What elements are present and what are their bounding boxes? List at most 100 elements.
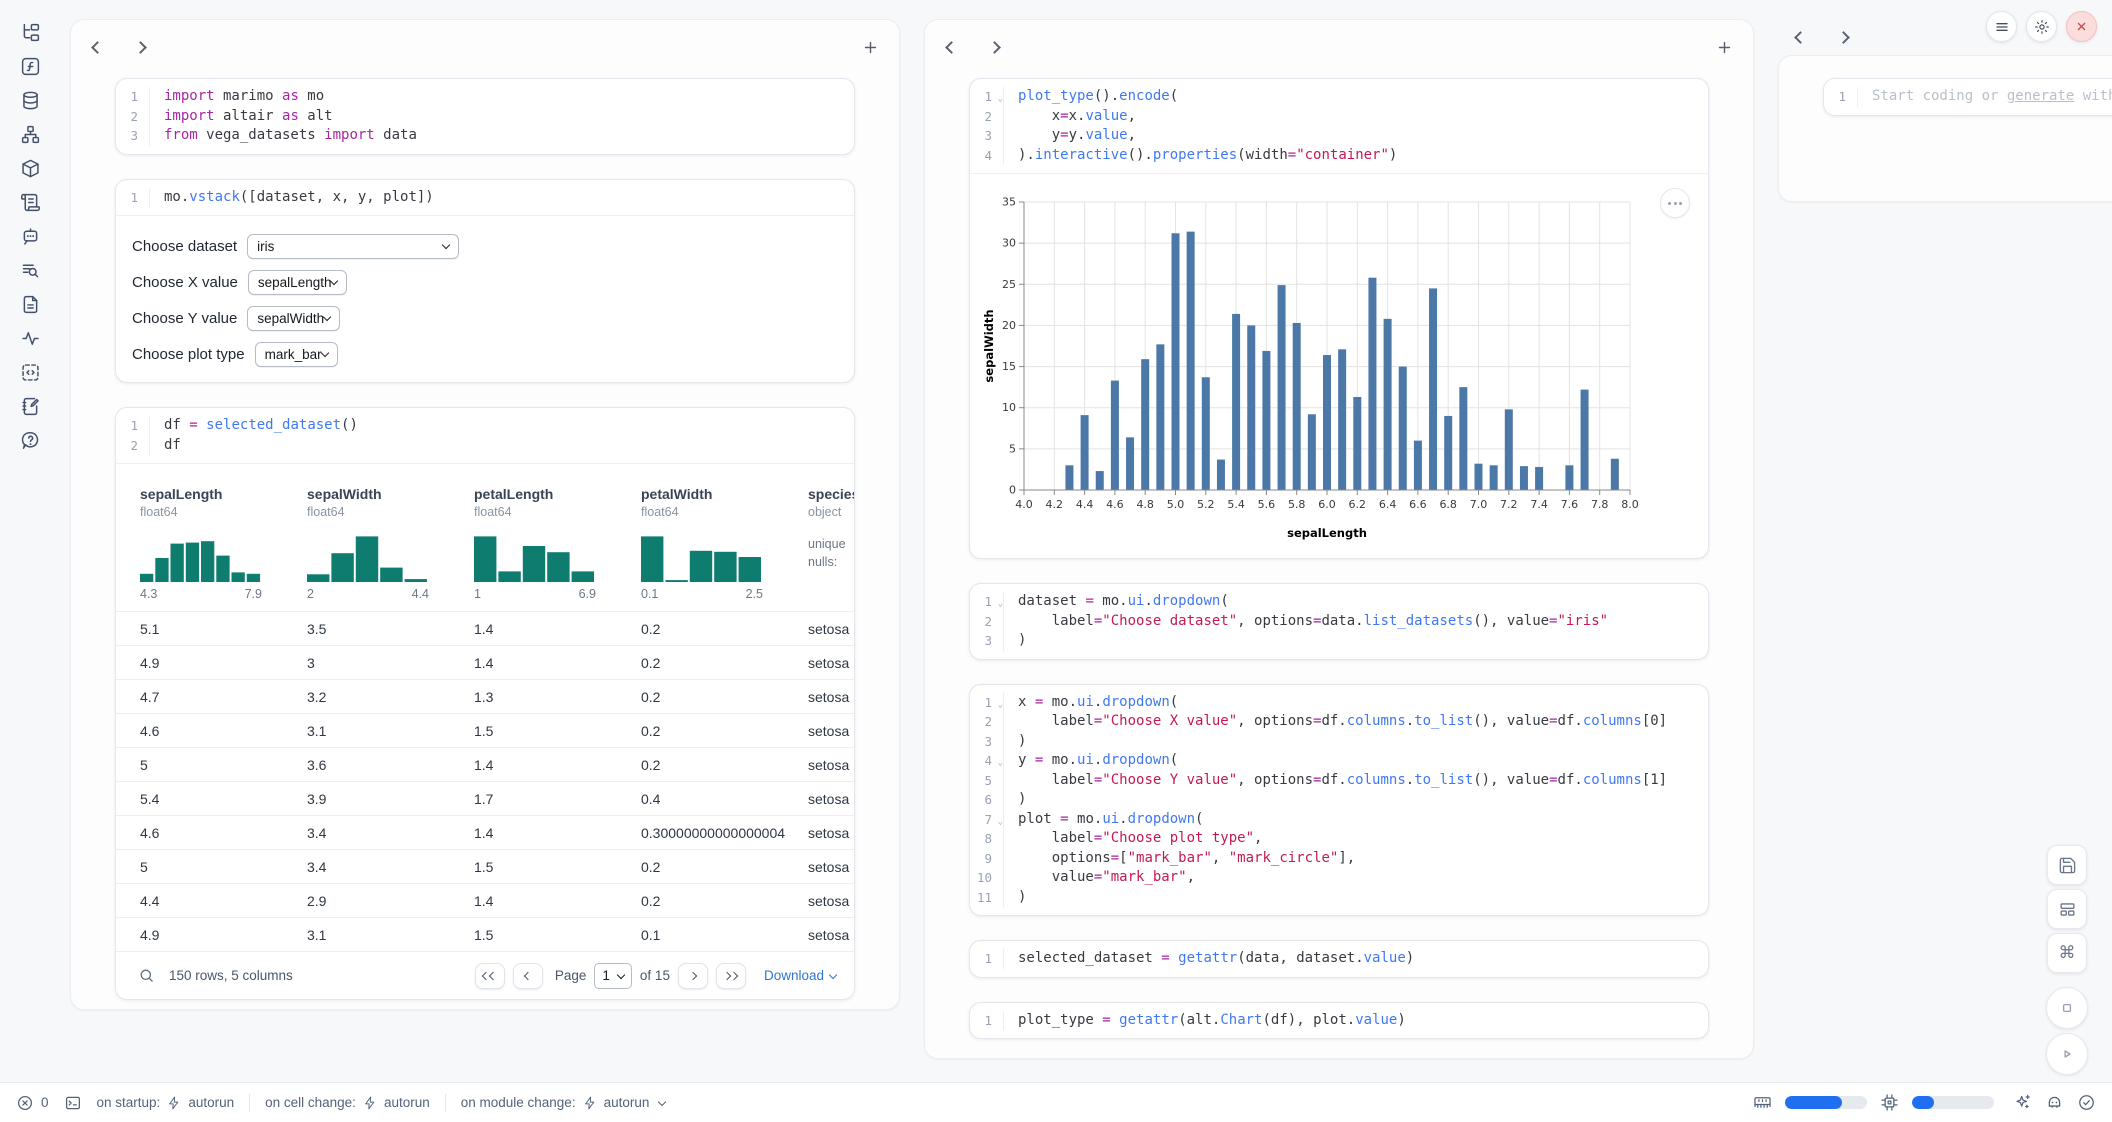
column-prev-button[interactable]	[945, 38, 958, 57]
chart-output[interactable]: 4.04.24.44.64.85.05.25.45.65.86.06.26.46…	[970, 173, 1708, 558]
copilot-status-button[interactable]	[2045, 1093, 2064, 1112]
settings-button[interactable]	[2026, 11, 2057, 42]
next-page-button[interactable]	[678, 963, 708, 989]
code-editor-dataset[interactable]: 1⌄dataset = mo.ui.dropdown(2 label="Choo…	[970, 584, 1708, 659]
column-next-button[interactable]	[134, 38, 147, 57]
cell-imports: 1import marimo as mo2import altair as al…	[115, 78, 855, 155]
first-page-button[interactable]	[475, 963, 505, 989]
column-right-nav	[1794, 28, 1850, 47]
errors-indicator[interactable]: 0	[16, 1094, 49, 1112]
on-module-change-label: on module change:	[461, 1095, 576, 1110]
terminal-button[interactable]	[64, 1094, 82, 1112]
divider	[249, 1094, 250, 1112]
code-editor-empty[interactable]: 1Start coding or generate with	[1824, 79, 2112, 115]
stop-button[interactable]	[2046, 987, 2088, 1029]
tracebacks-button[interactable]	[20, 260, 41, 281]
packages-button[interactable]	[20, 158, 41, 179]
connection-status-button[interactable]	[2077, 1093, 2096, 1112]
chevron-right-icon	[1837, 31, 1850, 44]
dropdown-choose-y-value[interactable]: sepalWidth	[247, 306, 340, 331]
prev-page-button[interactable]	[513, 963, 543, 989]
more-options-icon	[1668, 202, 1671, 205]
cell-plot: 1⌄plot_type().encode(2 x=x.value,3 y=y.v…	[969, 78, 1709, 559]
performance-button[interactable]	[20, 328, 41, 349]
table-row: 4.931.40.2setosa	[116, 645, 854, 679]
chart-options-button[interactable]	[1660, 188, 1690, 218]
column-middle-header	[925, 20, 1753, 64]
control-label: Choose X value	[132, 274, 238, 291]
column-prev-button[interactable]	[1794, 28, 1807, 47]
cell-empty: 1Start coding or generate with	[1823, 78, 2112, 116]
file-tree-button[interactable]	[20, 22, 41, 43]
code-editor-xyplot[interactable]: 1⌄x = mo.ui.dropdown(2 label="Choose X v…	[970, 685, 1708, 916]
datasources-button[interactable]	[20, 90, 41, 111]
table-column-petalLength[interactable]: petalLengthfloat6416.9	[474, 486, 641, 601]
column-next-button[interactable]	[1837, 28, 1850, 47]
layout-button[interactable]	[2047, 889, 2087, 929]
code-editor-vstack[interactable]: 1mo.vstack([dataset, x, y, plot])	[116, 180, 854, 216]
snippets-button[interactable]	[20, 294, 41, 315]
dropdown-choose-plot-type[interactable]: mark_bar	[255, 342, 338, 367]
status-bar: 0 on startup: autorun on cell change: au…	[0, 1082, 2112, 1122]
add-cell-button[interactable]	[862, 39, 879, 56]
svg-text:35: 35	[1002, 196, 1016, 209]
code-editor-selected[interactable]: 1selected_dataset = getattr(data, datase…	[970, 941, 1708, 977]
svg-text:4.6: 4.6	[1106, 498, 1124, 511]
play-icon	[2058, 1045, 2076, 1063]
svg-text:6.0: 6.0	[1318, 498, 1336, 511]
table-column-sepalLength[interactable]: sepalLengthfloat644.37.9	[140, 486, 307, 601]
code-editor-imports[interactable]: 1import marimo as mo2import altair as al…	[116, 79, 854, 154]
table-row: 4.63.41.40.30000000000000004setosa	[116, 815, 854, 849]
help-button[interactable]	[20, 430, 41, 451]
on-cell-change-setting[interactable]: on cell change: autorun	[265, 1095, 430, 1110]
plus-icon	[862, 39, 879, 56]
pagination: Page 1 of 15 Download	[475, 963, 836, 989]
search-icon[interactable]	[138, 967, 155, 984]
column-next-button[interactable]	[988, 38, 1001, 57]
page-total: of 15	[640, 968, 670, 983]
terminal-icon	[64, 1094, 82, 1112]
function-square-icon	[20, 56, 41, 77]
dependencies-button[interactable]	[20, 124, 41, 145]
ai-assist-button[interactable]	[2013, 1093, 2032, 1112]
control-row: Choose Y value sepalWidth	[132, 300, 854, 336]
dropdown-choose-dataset[interactable]: iris	[247, 234, 459, 259]
svg-text:7.2: 7.2	[1500, 498, 1518, 511]
table-row: 5.43.91.70.4setosa	[116, 781, 854, 815]
command-palette-button[interactable]: ⌘	[2047, 933, 2087, 973]
code-editor-plot-type[interactable]: 1plot_type = getattr(alt.Chart(df), plot…	[970, 1003, 1708, 1039]
code-editor-df[interactable]: 1df = selected_dataset()2df	[116, 408, 854, 463]
on-module-change-setting[interactable]: on module change: autorun	[461, 1095, 666, 1110]
error-count: 0	[41, 1095, 49, 1110]
svg-text:6.2: 6.2	[1349, 498, 1367, 511]
code-view-button[interactable]	[20, 362, 41, 383]
table-column-species[interactable]: speciesobjectuniquenulls:	[808, 486, 855, 601]
zap-icon	[583, 1096, 597, 1110]
shutdown-button[interactable]	[2066, 11, 2097, 42]
page-select[interactable]: 1	[594, 963, 632, 989]
svg-text:5.8: 5.8	[1288, 498, 1306, 511]
add-cell-button[interactable]	[1716, 39, 1733, 56]
column-prev-button[interactable]	[91, 38, 104, 57]
run-button[interactable]	[2046, 1033, 2088, 1075]
download-button[interactable]: Download	[764, 968, 836, 983]
on-startup-setting[interactable]: on startup: autorun	[97, 1095, 235, 1110]
command-icon: ⌘	[2059, 943, 2076, 963]
table-column-sepalWidth[interactable]: sepalWidthfloat6424.4	[307, 486, 474, 601]
column-histogram	[140, 532, 262, 582]
scratchpad-button[interactable]	[20, 396, 41, 417]
last-page-button[interactable]	[716, 963, 746, 989]
variables-button[interactable]	[20, 56, 41, 77]
dropdown-choose-x-value[interactable]: sepalLength	[248, 270, 348, 295]
ai-chat-button[interactable]	[20, 226, 41, 247]
code-square-icon	[20, 362, 41, 383]
notebook-menu-button[interactable]	[1986, 11, 2017, 42]
chevron-down-icon	[829, 970, 837, 978]
save-button[interactable]	[2047, 845, 2087, 885]
altair-bar-chart[interactable]: 4.04.24.44.64.85.05.25.45.65.86.06.26.46…	[980, 192, 1708, 544]
table-column-petalWidth[interactable]: petalWidthfloat640.12.5	[641, 486, 808, 601]
cell-selected-dataset: 1selected_dataset = getattr(data, datase…	[969, 940, 1709, 978]
control-label: Choose Y value	[132, 310, 237, 327]
code-editor-plot[interactable]: 1⌄plot_type().encode(2 x=x.value,3 y=y.v…	[970, 79, 1708, 173]
logs-button[interactable]	[20, 192, 41, 213]
